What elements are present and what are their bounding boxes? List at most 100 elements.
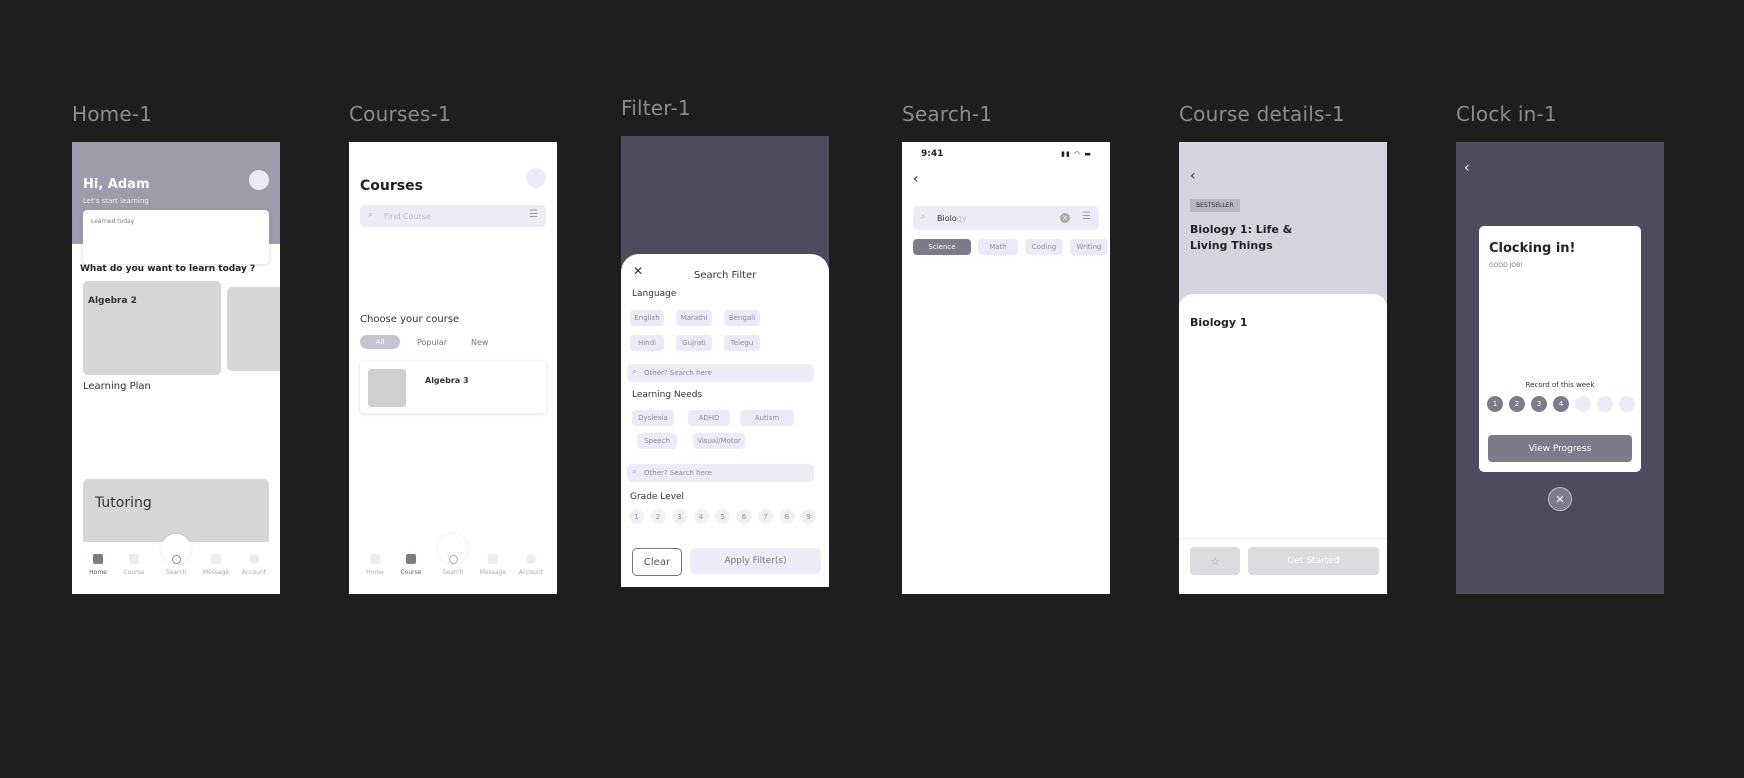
course-list-item[interactable]: Algebra 3 <box>360 361 546 413</box>
nav-message[interactable]: Message <box>201 554 231 576</box>
nav-search[interactable]: Search <box>161 555 191 576</box>
grade-chip-4[interactable]: 4 <box>693 509 709 524</box>
search-icon: ⌕ <box>921 212 926 221</box>
home-icon <box>370 554 380 564</box>
nav-course[interactable]: Course <box>119 554 149 576</box>
clock-in-card: Clocking in! GOOD JOB! Record of this we… <box>1479 226 1641 472</box>
week-day-1: 1 <box>1487 396 1503 412</box>
account-icon <box>526 554 536 564</box>
courses-title: Courses <box>360 178 423 194</box>
nav-course[interactable]: Course <box>396 554 426 576</box>
week-day-2: 2 <box>1509 396 1525 412</box>
frame-label-search: Search-1 <box>902 102 993 126</box>
nav-account[interactable]: Account <box>239 554 269 576</box>
clock-in-subtitle: GOOD JOB! <box>1489 262 1523 269</box>
account-icon <box>249 554 259 564</box>
section-title: Biology 1 <box>1190 316 1248 329</box>
view-progress-button[interactable]: View Progress <box>1488 435 1632 462</box>
week-day-7 <box>1619 396 1635 412</box>
grade-chip-2[interactable]: 2 <box>650 509 666 524</box>
grade-chip-9[interactable]: 9 <box>801 509 816 524</box>
nav-search[interactable]: Search <box>438 555 468 576</box>
course-item-title: Algebra 3 <box>425 376 469 385</box>
nav-account[interactable]: Account <box>516 554 546 576</box>
chip-autism[interactable]: Autism <box>740 410 794 426</box>
nav-home[interactable]: Home <box>360 554 390 576</box>
filter-icon[interactable]: ☰ <box>1082 211 1091 222</box>
choose-course-heading: Choose your course <box>360 314 460 325</box>
get-started-button[interactable]: Get Started <box>1248 547 1379 575</box>
chip-dyslexia[interactable]: Dyslexia <box>632 410 674 426</box>
chip-speech[interactable]: Speech <box>637 433 677 449</box>
clear-search-icon[interactable]: × <box>1060 213 1070 223</box>
close-icon[interactable]: ✕ <box>633 264 643 278</box>
greeting-subtitle: Let's start learning <box>83 197 149 205</box>
tab-popular[interactable]: Popular <box>417 338 447 347</box>
nav-home[interactable]: Home <box>83 554 113 576</box>
chip-english[interactable]: English <box>630 310 664 326</box>
course-details-screen: ‹ BESTSELLER Biology 1: Life & Living Th… <box>1179 142 1387 594</box>
grade-chip-8[interactable]: 8 <box>779 509 795 524</box>
chip-coding[interactable]: Coding <box>1025 239 1063 255</box>
courses-screen: Courses ⌕ Find Course ☰ Choose your cour… <box>349 142 557 594</box>
apply-filters-button[interactable]: Apply Filter(s) <box>690 548 821 574</box>
record-label: Record of this week <box>1525 381 1595 389</box>
back-icon[interactable]: ‹ <box>1190 168 1196 184</box>
chip-telegu[interactable]: Telegu <box>724 335 760 351</box>
message-icon <box>211 554 221 564</box>
home-screen: Hi, Adam Let's start learning Learned to… <box>72 142 280 594</box>
chip-hindi[interactable]: Hindi <box>630 335 664 351</box>
learned-today-label: Learned today <box>91 218 135 225</box>
search-query: Biology <box>937 214 967 223</box>
course-card-next[interactable] <box>227 287 280 371</box>
grade-chip-3[interactable]: 3 <box>672 509 687 524</box>
tab-new[interactable]: New <box>471 338 488 347</box>
back-icon[interactable]: ‹ <box>1464 160 1470 176</box>
bottom-nav: Home Course Search Message Account <box>72 534 280 594</box>
language-heading: Language <box>632 289 677 299</box>
grade-chip-1[interactable]: 1 <box>629 509 644 524</box>
nav-message[interactable]: Message <box>478 554 508 576</box>
learned-today-card[interactable]: Learned today <box>83 210 269 264</box>
clear-button[interactable]: Clear <box>632 548 682 576</box>
back-icon[interactable]: ‹ <box>913 171 919 187</box>
search-icon: ⌕ <box>632 467 637 476</box>
filter-screen: ✕ Search Filter Language English Marathi… <box>621 136 829 587</box>
book-icon <box>406 554 416 564</box>
close-icon: ✕ <box>1555 492 1565 506</box>
status-icons: ▮▮ ◠ ▬ <box>1061 150 1092 158</box>
week-day-4: 4 <box>1553 396 1569 412</box>
language-other-input[interactable]: ⌕ Other? Search here <box>627 364 814 382</box>
frame-label-courses: Courses-1 <box>349 102 451 126</box>
needs-other-input[interactable]: ⌕ Other? Search here <box>627 464 814 482</box>
chip-science[interactable]: Science <box>913 239 971 255</box>
chip-visual-motor[interactable]: Visual/Motor <box>693 433 745 449</box>
course-title: Biology 1: Life & Living Things <box>1190 223 1293 252</box>
chip-marathi[interactable]: Marathi <box>676 310 712 326</box>
course-search-input[interactable]: ⌕ Find Course ☰ <box>360 205 546 227</box>
week-day-6 <box>1597 396 1613 412</box>
grade-chip-6[interactable]: 6 <box>736 509 752 524</box>
chip-writing[interactable]: Writing <box>1070 239 1108 255</box>
tab-all[interactable]: All <box>360 335 400 349</box>
close-button[interactable]: ✕ <box>1548 487 1572 511</box>
favorite-button[interactable]: ☆ <box>1190 547 1240 575</box>
avatar[interactable] <box>249 170 269 190</box>
avatar[interactable] <box>526 168 546 188</box>
week-day-3: 3 <box>1531 396 1547 412</box>
search-icon <box>171 555 181 564</box>
needs-other-placeholder: Other? Search here <box>644 469 712 477</box>
grade-chip-7[interactable]: 7 <box>758 509 773 524</box>
greeting: Hi, Adam <box>83 177 150 192</box>
course-card[interactable]: Algebra 2 <box>83 281 221 375</box>
chip-gujrati[interactable]: Gujrati <box>676 335 712 351</box>
search-input[interactable]: ⌕ Biology × ☰ <box>913 206 1099 230</box>
filter-icon[interactable]: ☰ <box>529 209 538 220</box>
filter-title: Search Filter <box>694 270 757 281</box>
chip-adhd[interactable]: ADHD <box>688 410 730 426</box>
home-icon <box>93 554 103 564</box>
search-screen: 9:41 ▮▮ ◠ ▬ ‹ ⌕ Biology × ☰ Science Math… <box>902 142 1110 594</box>
grade-chip-5[interactable]: 5 <box>715 509 730 524</box>
chip-bengali[interactable]: Bengali <box>724 310 760 326</box>
chip-math[interactable]: Math <box>978 239 1018 255</box>
